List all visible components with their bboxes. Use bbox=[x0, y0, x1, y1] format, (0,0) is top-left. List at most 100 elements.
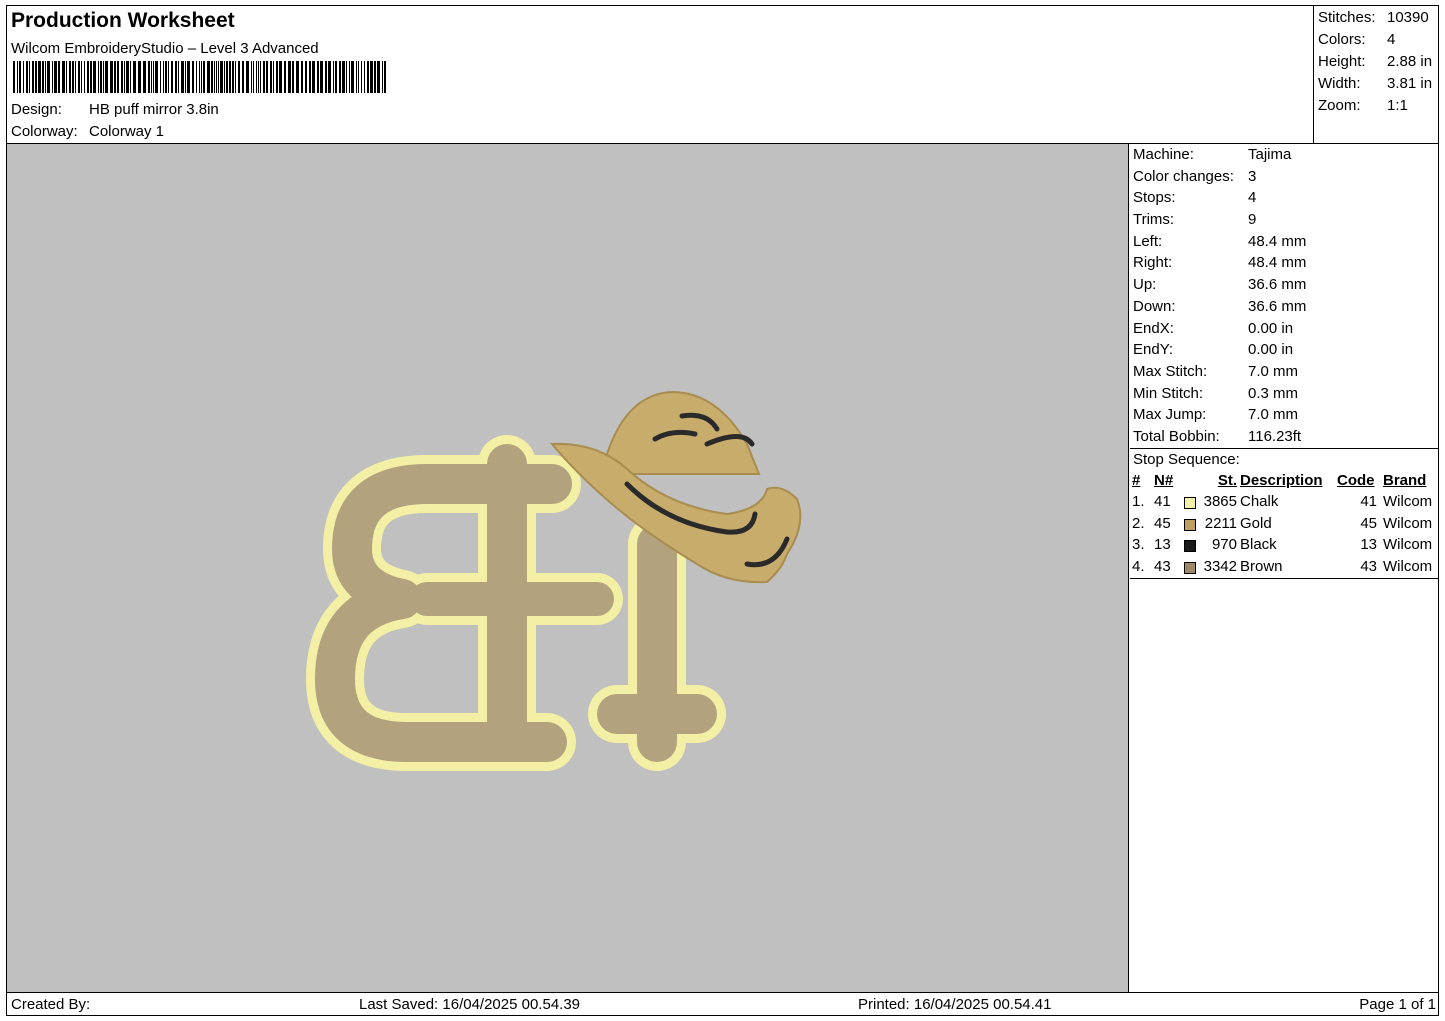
info-label: EndX: bbox=[1133, 319, 1174, 337]
barcode-bar bbox=[52, 61, 53, 93]
barcode-bar bbox=[276, 61, 278, 93]
summary-width: Width: 3.81 in bbox=[1318, 74, 1438, 96]
barcode-bar bbox=[207, 61, 210, 93]
info-label: Max Stitch: bbox=[1133, 362, 1208, 380]
colors-label: Colors: bbox=[1318, 31, 1366, 48]
zoom-value: 1:1 bbox=[1387, 97, 1408, 114]
info-value: Tajima bbox=[1248, 146, 1292, 163]
barcode-bar bbox=[361, 61, 362, 93]
barcode-bar bbox=[45, 61, 46, 93]
col-num: # bbox=[1132, 471, 1141, 489]
stop-sequence-title: Stop Sequence: bbox=[1133, 450, 1240, 468]
col-brand: Brand bbox=[1383, 471, 1427, 489]
info-value: 7.0 mm bbox=[1248, 362, 1299, 380]
barcode-bar bbox=[160, 61, 161, 93]
thread-code: 45 bbox=[1360, 514, 1377, 532]
info-value: 36.6 mm bbox=[1248, 276, 1307, 294]
barcode-bar bbox=[121, 61, 123, 93]
thread-description: Brown bbox=[1240, 558, 1283, 576]
summary-zoom: Zoom: 1:1 bbox=[1318, 96, 1438, 118]
thread-code: 41 bbox=[1360, 492, 1377, 510]
barcode-bar bbox=[305, 61, 307, 93]
stop-row: 3. 13 970 Black 13 Wilcom bbox=[1132, 534, 1438, 556]
barcode-bar bbox=[17, 61, 18, 93]
worksheet-footer: Created By: Last Saved: 16/04/2025 00.54… bbox=[7, 992, 1438, 1015]
barcode-bar bbox=[351, 61, 354, 93]
barcode-bar bbox=[356, 61, 357, 93]
barcode-bar bbox=[110, 61, 113, 93]
info-label: Max Jump: bbox=[1133, 406, 1207, 424]
software-name: Wilcom EmbroideryStudio – Level 3 Advanc… bbox=[11, 40, 319, 57]
color-swatch bbox=[1184, 540, 1196, 553]
info-label: Machine: bbox=[1133, 146, 1194, 163]
info-label: Trims: bbox=[1133, 211, 1175, 229]
color-swatch bbox=[1184, 496, 1196, 509]
barcode-bar bbox=[279, 61, 282, 93]
barcode-bar bbox=[333, 61, 334, 93]
barcode-bar bbox=[296, 61, 299, 93]
info-value: 36.6 mm bbox=[1248, 297, 1307, 315]
page-number: Page 1 of 1 bbox=[1359, 996, 1436, 1013]
barcode-bar bbox=[292, 61, 294, 93]
barcode-bar bbox=[374, 61, 376, 93]
info-value: 0.00 in bbox=[1248, 319, 1294, 337]
barcode-bar bbox=[35, 61, 37, 93]
colorway-label: Colorway: bbox=[11, 123, 78, 140]
barcode-bar bbox=[187, 61, 190, 93]
barcode-bar bbox=[364, 61, 365, 93]
barcode-bar bbox=[320, 61, 323, 93]
barcode-bar bbox=[260, 61, 261, 93]
machine-info-row: Right: 48.4 mm bbox=[1130, 252, 1438, 274]
barcode-bar bbox=[38, 61, 41, 93]
info-value: 0.3 mm bbox=[1248, 384, 1299, 402]
barcode-bar bbox=[328, 61, 331, 93]
barcode-bar bbox=[256, 61, 257, 93]
design-preview bbox=[7, 144, 1129, 992]
machine-info-row: Stops: 4 bbox=[1130, 187, 1438, 209]
zoom-label: Zoom: bbox=[1318, 97, 1361, 114]
width-label: Width: bbox=[1318, 75, 1361, 92]
thread-brand: Wilcom bbox=[1383, 536, 1433, 554]
design-summary: Stitches: 10390 Colors: 4 Height: 2.88 in W… bbox=[1314, 6, 1438, 143]
stitch-count: 3865 bbox=[1203, 492, 1237, 510]
design-label: Design: bbox=[11, 101, 62, 118]
barcode-bar bbox=[151, 61, 152, 93]
barcode-bar bbox=[335, 61, 337, 93]
barcode-bar bbox=[288, 61, 291, 93]
barcode-bar bbox=[309, 61, 311, 93]
barcode-bar bbox=[342, 61, 345, 93]
info-value: 48.4 mm bbox=[1248, 254, 1307, 272]
barcode-bar bbox=[84, 61, 85, 93]
barcode-bar bbox=[312, 61, 315, 93]
barcode-bar bbox=[175, 61, 177, 93]
stitch-cell: 3865 bbox=[1184, 491, 1237, 513]
worksheet-header: Production Worksheet Wilcom EmbroiderySt… bbox=[7, 6, 1314, 143]
barcode-bar bbox=[81, 61, 82, 93]
info-value: 3 bbox=[1248, 167, 1257, 185]
info-value: 48.4 mm bbox=[1248, 232, 1307, 250]
thread-brand: Wilcom bbox=[1383, 514, 1433, 532]
barcode-bar bbox=[114, 61, 116, 93]
info-value: 7.0 mm bbox=[1248, 406, 1299, 424]
barcode-bar bbox=[13, 61, 15, 93]
barcode-bar bbox=[196, 61, 197, 93]
barcode-bar bbox=[216, 61, 217, 93]
design-name: HB puff mirror 3.8in bbox=[89, 101, 219, 118]
barcode-bar bbox=[246, 61, 249, 93]
machine-info-row: Machine: Tajima bbox=[1130, 144, 1438, 166]
machine-info-panel: Machine: Tajima Color changes: 3 Stops: 4 Trim… bbox=[1130, 144, 1438, 580]
info-label: Total Bobbin: bbox=[1133, 427, 1220, 445]
machine-info-row: Down: 36.6 mm bbox=[1130, 296, 1438, 318]
color-swatch bbox=[1184, 518, 1196, 531]
stop-row: 4. 43 3342 Brown 43 Wilcom bbox=[1132, 556, 1438, 578]
col-code: Code bbox=[1337, 471, 1375, 489]
stitch-cell: 3342 bbox=[1184, 556, 1237, 578]
barcode-bar bbox=[235, 61, 236, 93]
needle-number: 45 bbox=[1154, 514, 1171, 532]
barcode-bar bbox=[232, 61, 234, 93]
machine-info-row: EndX: 0.00 in bbox=[1130, 318, 1438, 340]
barcode-bar bbox=[148, 61, 150, 93]
machine-info-row: Min Stitch: 0.3 mm bbox=[1130, 383, 1438, 405]
barcode-bar bbox=[126, 61, 129, 93]
barcode-bar bbox=[229, 61, 231, 93]
